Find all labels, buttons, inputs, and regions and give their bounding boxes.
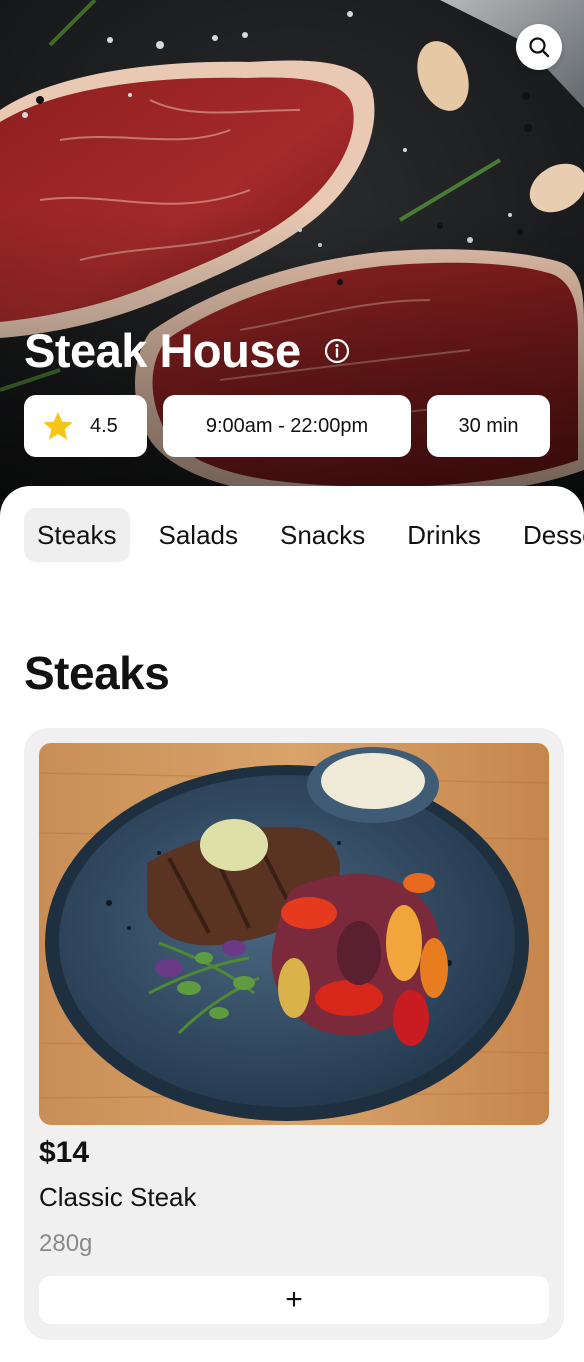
tab-salads[interactable]: Salads [146, 508, 252, 562]
opening-hours: 9:00am - 22:00pm [205, 414, 369, 437]
menu-sheet: Steaks Salads Snacks Drinks Desserts Ste… [0, 486, 584, 1362]
product-price: $14 [39, 1136, 90, 1169]
star-icon [42, 411, 74, 441]
tab-steaks[interactable]: Steaks [24, 508, 130, 562]
tab-snacks[interactable]: Snacks [267, 508, 378, 562]
tab-desserts[interactable]: Desserts [510, 508, 584, 562]
product-weight: 280g [39, 1230, 93, 1257]
hero-banner: Steak House 4.5 9:00am - 22:00pm 30 min [0, 0, 584, 520]
restaurant-info-chips: 4.5 9:00am - 22:00pm 30 min [24, 395, 550, 457]
product-card[interactable]: $14 Classic Steak 280g + [24, 728, 564, 1340]
product-image[interactable] [39, 743, 549, 1125]
restaurant-header: Steak House [24, 322, 351, 380]
restaurant-title: Steak House [24, 324, 301, 377]
delivery-time: 30 min [458, 414, 519, 437]
add-to-cart-button[interactable]: + [39, 1276, 549, 1324]
rating-value: 4.5 [90, 414, 118, 437]
hours-chip: 9:00am - 22:00pm [163, 395, 411, 457]
search-button[interactable] [516, 24, 562, 70]
plus-icon: + [285, 1283, 303, 1316]
delivery-time-chip: 30 min [427, 395, 550, 457]
rating-chip: 4.5 [24, 395, 147, 457]
info-icon[interactable] [323, 337, 351, 365]
search-icon [528, 36, 550, 58]
tab-drinks[interactable]: Drinks [394, 508, 494, 562]
product-name: Classic Steak [39, 1182, 197, 1212]
section-title: Steaks [24, 647, 170, 699]
category-tabs[interactable]: Steaks Salads Snacks Drinks Desserts [24, 508, 584, 562]
